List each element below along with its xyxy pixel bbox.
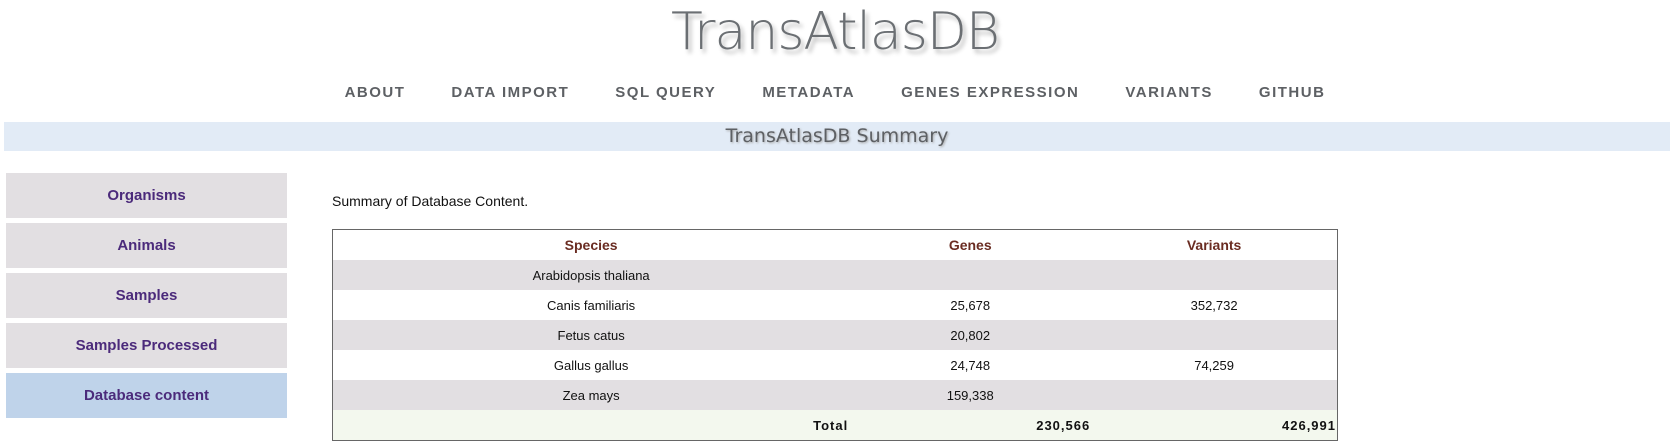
total-row: Total 230,566 426,991 bbox=[332, 410, 1338, 441]
table-row: Fetus catus 20,802 bbox=[332, 320, 1338, 350]
cell: Gallus gallus bbox=[553, 357, 629, 373]
cell bbox=[1091, 320, 1338, 350]
table-row: Canis familiaris 25,678 352,732 bbox=[333, 290, 1338, 320]
nav-variants[interactable]: VARIANTS bbox=[1125, 80, 1213, 105]
cell: 159,338 bbox=[849, 380, 1092, 410]
nav-genes-expression[interactable]: GENES EXPRESSION bbox=[901, 80, 1079, 105]
cell: 24,748 bbox=[950, 357, 991, 373]
table-row: Gallus gallus 24,748 74,259 bbox=[333, 350, 1338, 380]
cell: Fetus catus bbox=[332, 320, 850, 350]
total-label: Total bbox=[332, 410, 850, 441]
sidebar: Organisms Animals Samples Samples Proces… bbox=[6, 173, 287, 423]
main-nav: ABOUT DATA IMPORT SQL QUERY METADATA GEN… bbox=[0, 80, 1670, 105]
nav-metadata[interactable]: METADATA bbox=[762, 80, 855, 105]
nav-sql-query[interactable]: SQL QUERY bbox=[615, 80, 716, 105]
summary-table: Species Genes Variants Arabidopsis thali… bbox=[332, 229, 1338, 441]
sidebar-item-animals[interactable]: Animals bbox=[6, 223, 287, 268]
cell: 352,732 bbox=[1190, 297, 1238, 313]
cell: Canis familiaris bbox=[547, 297, 636, 313]
sidebar-item-samples-processed[interactable]: Samples Processed bbox=[6, 323, 287, 368]
cell: Zea mays bbox=[332, 380, 850, 410]
sidebar-item-database-content[interactable]: Database content bbox=[6, 373, 287, 418]
cell: Arabidopsis thaliana bbox=[332, 260, 850, 290]
table-row: Arabidopsis thaliana bbox=[332, 260, 1338, 290]
total-variants: 426,991 bbox=[1091, 410, 1338, 441]
sidebar-item-samples[interactable]: Samples bbox=[6, 273, 287, 318]
cell: 20,802 bbox=[849, 320, 1092, 350]
cell bbox=[1091, 260, 1338, 290]
col-species: Species bbox=[564, 237, 618, 253]
page-banner: TransAtlasDB Summary bbox=[4, 122, 1670, 151]
cell bbox=[849, 260, 1092, 290]
site-title: TransAtlasDB bbox=[671, 2, 1000, 62]
intro-text: Summary of Database Content. bbox=[332, 193, 529, 209]
table-header: Species Genes Variants bbox=[333, 230, 1338, 261]
total-genes: 230,566 bbox=[849, 410, 1092, 441]
nav-github[interactable]: GITHUB bbox=[1259, 80, 1326, 105]
table-row: Zea mays 159,338 bbox=[332, 380, 1338, 410]
col-genes: Genes bbox=[948, 237, 992, 253]
cell bbox=[1091, 380, 1338, 410]
nav-about[interactable]: ABOUT bbox=[345, 80, 406, 105]
col-variants: Variants bbox=[1186, 237, 1242, 253]
sidebar-item-organisms[interactable]: Organisms bbox=[6, 173, 287, 218]
cell: 74,259 bbox=[1194, 357, 1234, 373]
cell: 25,678 bbox=[950, 297, 991, 313]
nav-data-import[interactable]: DATA IMPORT bbox=[451, 80, 569, 105]
